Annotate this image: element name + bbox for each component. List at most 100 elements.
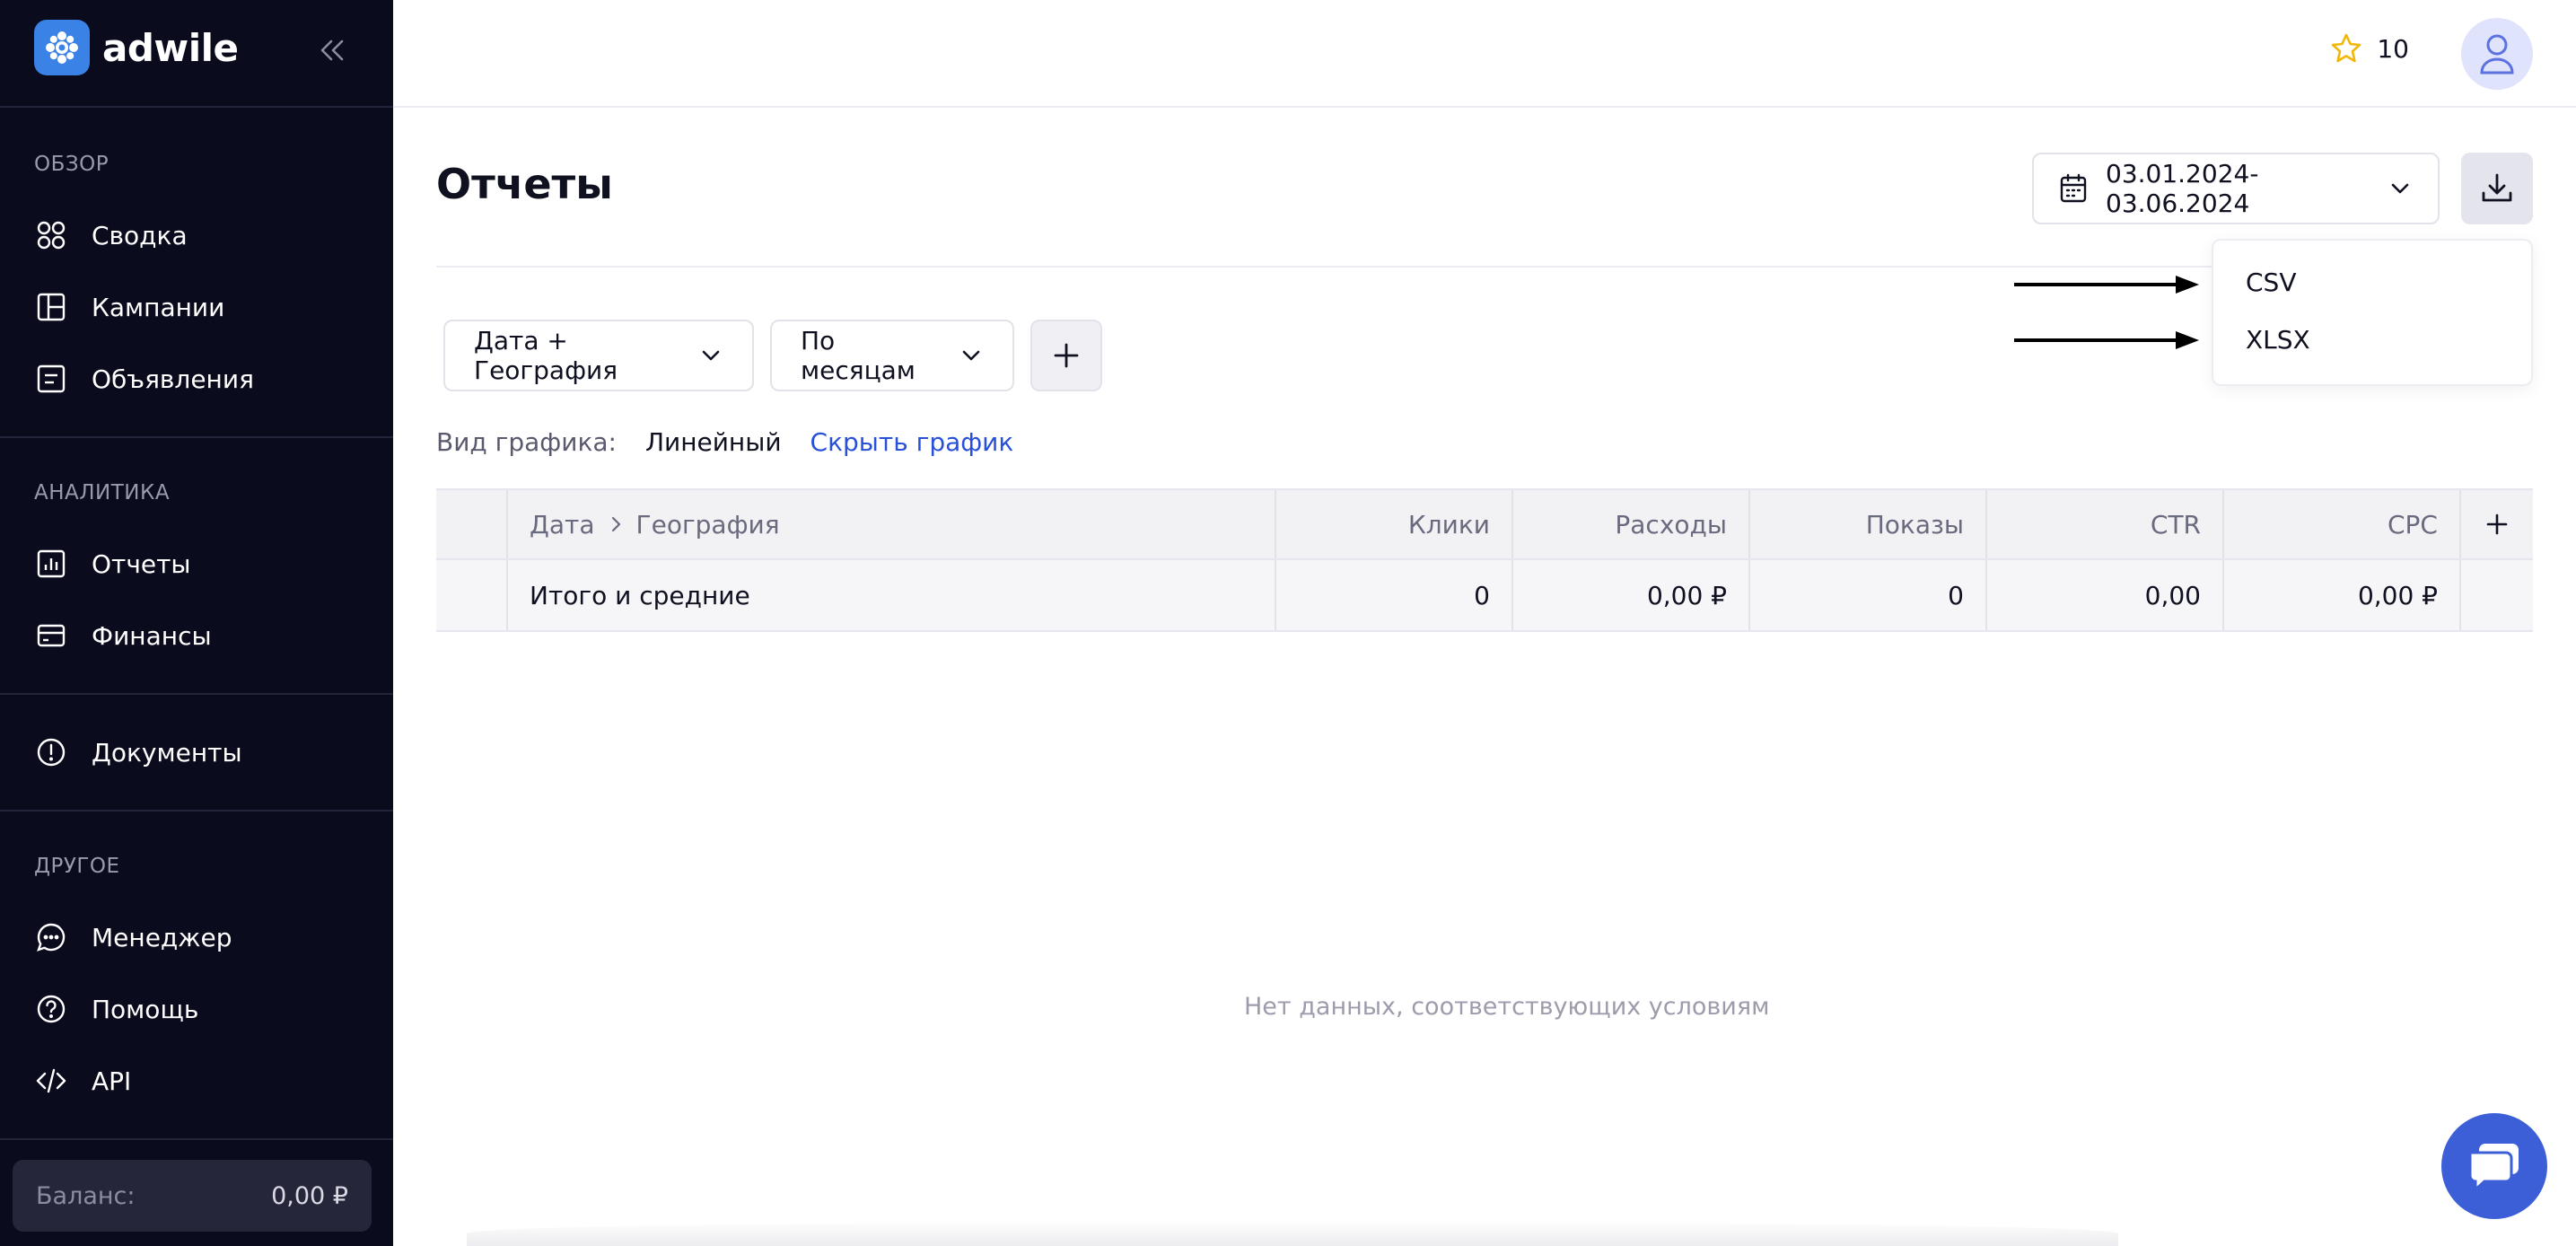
chart-options: Вид графика: Линейный Скрыть график [436,427,1013,457]
favorites[interactable]: 10 [2330,32,2409,65]
report-table: Дата География Клики Расходы Показы CTR … [436,488,2533,632]
sidebar-item-label: API [92,1066,132,1096]
sidebar-item-manager[interactable]: Менеджер [34,912,232,962]
sidebar-divider [0,436,393,438]
sidebar-item-label: Финансы [92,620,212,651]
chart-type-value[interactable]: Линейный [645,427,782,457]
documents-icon [34,735,68,769]
header-breadcrumb: Дата География [508,490,1276,558]
export-csv-option[interactable]: CSV [2246,268,2296,297]
ads-icon [34,362,68,396]
empty-state-message: Нет данных, соответствующих условиям [1244,993,1770,1021]
grouping-select[interactable]: Дата + География [443,320,754,391]
arrow-annotation-xlsx [2014,331,2199,349]
code-icon [34,1064,68,1098]
avatar[interactable] [2461,18,2533,90]
brand-name: adwile [102,25,239,70]
sidebar-divider [0,1138,393,1140]
sidebar-divider [0,810,393,812]
breadcrumb-item[interactable]: Дата [530,510,595,540]
column-header-spend[interactable]: Расходы [1513,490,1750,558]
finance-icon [34,619,68,653]
row-spacer [2461,560,2533,630]
plus-icon [1053,342,1080,369]
collapse-sidebar-icon[interactable] [316,34,348,66]
balance-box: Баланс: 0,00 ₽ [13,1160,372,1232]
date-range-value: 03.01.2024-03.06.2024 [2106,159,2259,218]
campaigns-icon [34,290,68,324]
sidebar-divider [0,693,393,695]
sidebar-item-campaigns[interactable]: Кампании [34,282,224,332]
total-spend: 0,00 ₽ [1513,560,1750,630]
total-impressions: 0 [1750,560,1987,630]
total-cpc: 0,00 ₽ [2224,560,2461,630]
reports-icon [34,547,68,581]
section-title-overview: ОБЗОР [34,153,110,176]
arrow-annotation-csv [2014,276,2199,294]
favorites-count: 10 [2377,33,2409,64]
help-icon [34,992,68,1026]
sidebar-item-label: Объявления [92,364,254,394]
total-row-label: Итого и средние [508,560,1276,630]
chevron-right-icon [606,514,626,534]
add-filter-button[interactable] [1030,320,1102,391]
column-header-clicks[interactable]: Клики [1276,490,1513,558]
chevron-down-icon [2388,176,2413,201]
date-range-picker[interactable]: 03.01.2024-03.06.2024 [2032,153,2440,224]
sidebar-item-label: Сводка [92,220,188,250]
header-spacer [436,490,508,558]
brand-logo[interactable]: adwile [34,20,239,75]
row-spacer [436,560,508,630]
sidebar-item-label: Помощь [92,994,199,1024]
breadcrumb-item[interactable]: География [636,510,780,540]
adwile-logo-icon [34,20,90,75]
sidebar-item-ads[interactable]: Объявления [34,354,254,404]
page-title: Отчеты [436,160,613,208]
user-icon [2479,32,2515,75]
star-icon [2330,32,2362,65]
balance-value: 0,00 ₽ [271,1181,348,1210]
period-select[interactable]: По месяцам [770,320,1014,391]
column-header-impressions[interactable]: Показы [1750,490,1987,558]
download-button[interactable] [2461,153,2533,224]
section-title-other: ДРУГОЕ [34,855,120,878]
sidebar-item-api[interactable]: API [34,1056,131,1106]
plus-icon [2485,513,2509,536]
table-total-row: Итого и средние 0 0,00 ₽ 0 0,00 0,00 ₽ [436,560,2533,632]
export-xlsx-option[interactable]: XLSX [2246,325,2310,355]
balance-label: Баланс: [36,1181,136,1210]
sidebar-item-reports[interactable]: Отчеты [34,539,191,589]
sidebar-item-label: Кампании [92,292,225,322]
column-header-ctr[interactable]: CTR [1987,490,2224,558]
bottom-shadow [467,1221,2118,1246]
section-title-analytics: АНАЛИТИКА [34,481,171,505]
sidebar-item-summary[interactable]: Сводка [34,210,188,260]
calendar-icon [2059,173,2088,204]
download-icon [2480,171,2514,206]
sidebar: adwile ОБЗОР Сводка Кампании Объявления [0,0,393,1246]
support-chat-button[interactable] [2441,1113,2547,1219]
sidebar-item-label: Менеджер [92,922,232,952]
total-ctr: 0,00 [1987,560,2224,630]
chevron-down-icon [698,343,723,368]
chat-icon [2466,1140,2522,1192]
chart-type-label: Вид графика: [436,427,617,457]
sidebar-item-label: Отчеты [92,548,191,579]
header-divider [436,266,2231,268]
add-column-button[interactable] [2461,490,2533,558]
sidebar-item-label: Документы [92,737,242,768]
sidebar-item-finance[interactable]: Финансы [34,610,212,661]
sidebar-item-documents[interactable]: Документы [34,727,242,777]
chat-bubble-icon [34,920,68,954]
table-header-row: Дата География Клики Расходы Показы CTR … [436,488,2533,560]
sidebar-divider [0,106,393,108]
column-header-cpc[interactable]: CPC [2224,490,2461,558]
export-menu: CSV XLSX [2212,239,2533,386]
hide-chart-link[interactable]: Скрыть график [810,427,1014,457]
dashboard-icon [34,218,68,252]
topbar: 10 [393,0,2576,108]
period-value: По месяцам [801,326,916,385]
chevron-down-icon [959,343,984,368]
grouping-value: Дата + География [474,326,618,385]
sidebar-item-help[interactable]: Помощь [34,984,198,1034]
